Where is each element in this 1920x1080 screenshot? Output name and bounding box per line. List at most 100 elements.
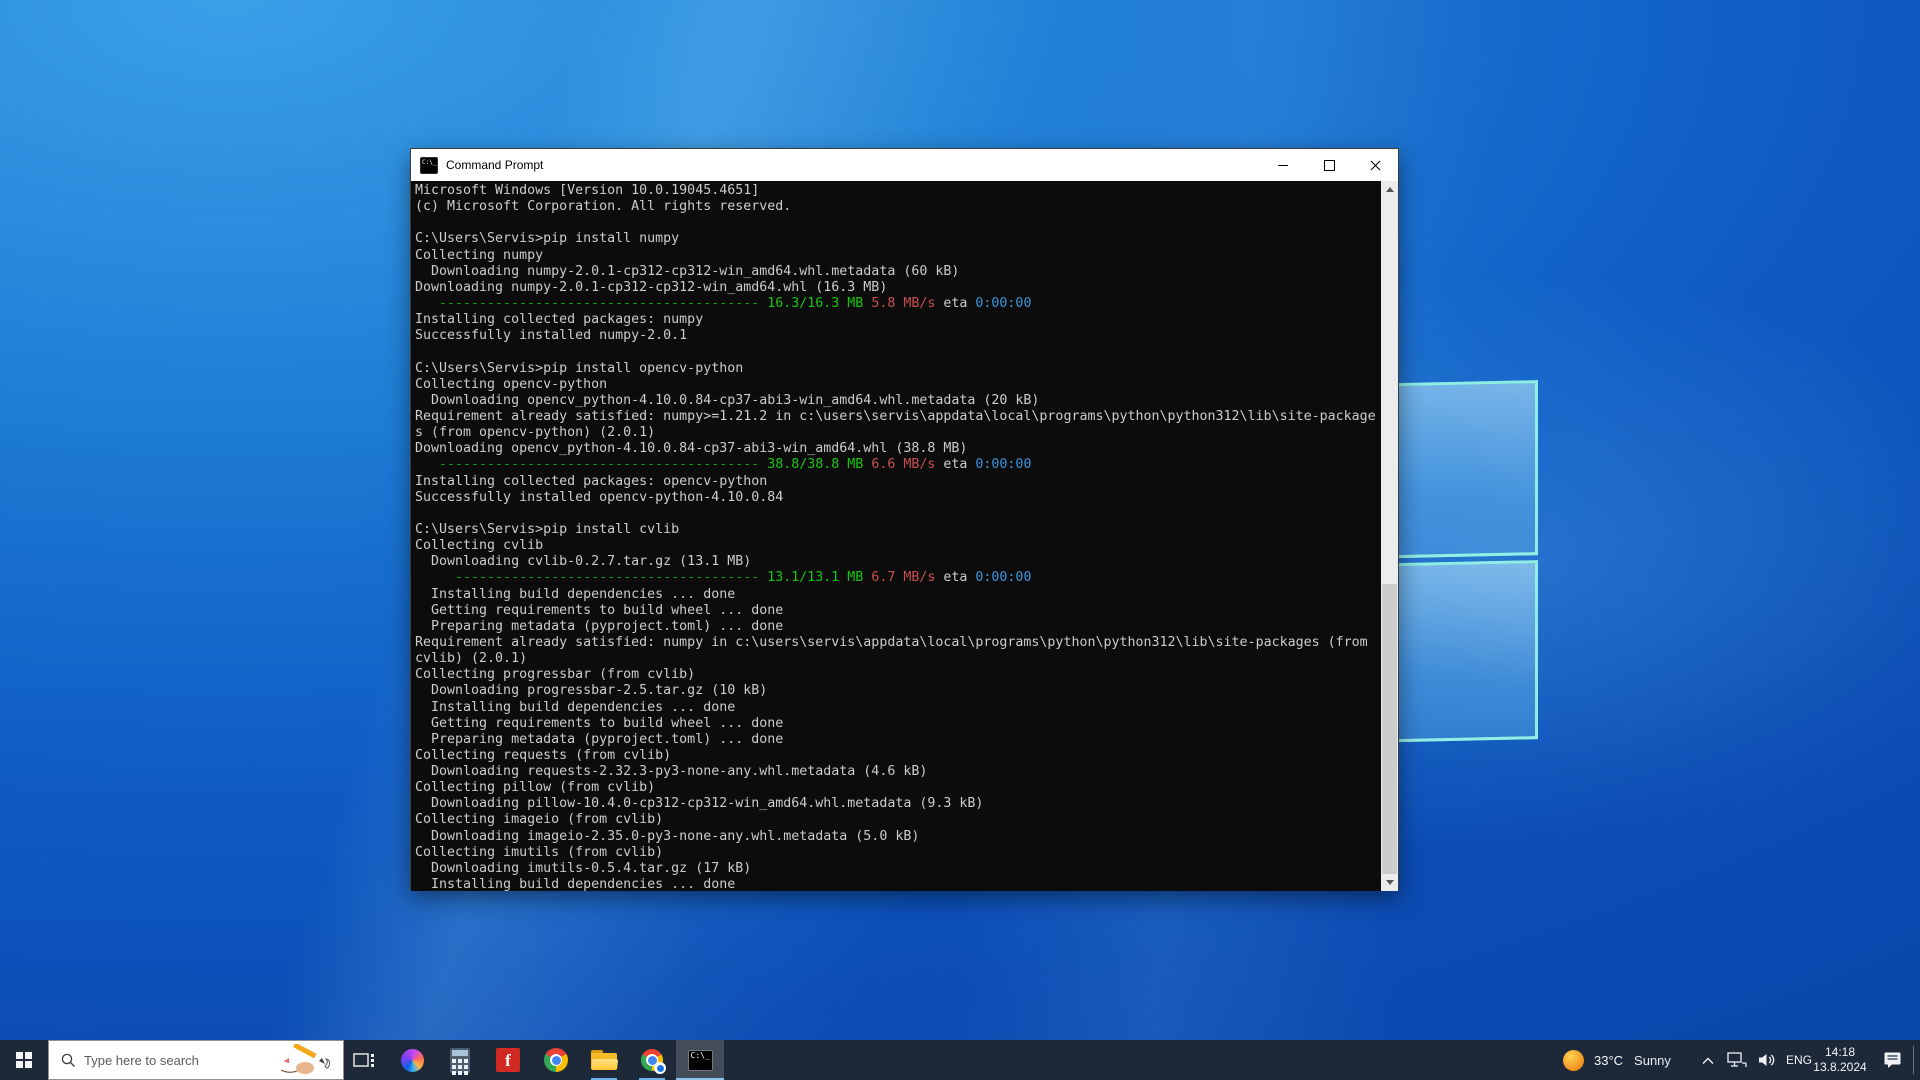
- scroll-down-icon: [1385, 880, 1394, 885]
- maximize-icon: [1323, 159, 1335, 171]
- close-button[interactable]: [1352, 149, 1398, 181]
- terminal-line: Microsoft Windows [Version 10.0.19045.46…: [415, 183, 760, 198]
- terminal-line: Collecting imutils (from cvlib): [415, 844, 664, 860]
- speaker-icon: [1759, 1054, 1775, 1066]
- show-desktop-button[interactable]: [1913, 1046, 1920, 1074]
- terminal-line: Preparing metadata (pyproject.toml) ... …: [415, 731, 784, 747]
- terminal-line: C:\Users\Servis>pip install numpy: [415, 231, 680, 247]
- terminal-line: ----------------------------------------…: [415, 295, 1032, 311]
- network-button[interactable]: [1722, 1040, 1752, 1080]
- terminal-line: Installing build dependencies ... done: [415, 699, 736, 715]
- minimize-icon: [1278, 164, 1288, 166]
- terminal-line: Collecting pillow (from cvlib): [415, 780, 656, 796]
- task-view-icon: [352, 1052, 374, 1067]
- terminal-line: Downloading imageio-2.35.0-py3-none-any.…: [415, 828, 920, 844]
- terminal-line: Collecting opencv-python: [415, 376, 608, 392]
- terminal-line: Successfully installed numpy-2.0.1: [415, 328, 688, 344]
- file-explorer-button[interactable]: [580, 1040, 628, 1080]
- start-button[interactable]: [0, 1040, 48, 1080]
- terminal-line: Downloading numpy-2.0.1-cp312-cp312-win_…: [415, 279, 888, 295]
- terminal-line: (c) Microsoft Corporation. All rights re…: [415, 199, 792, 215]
- chrome-profile-button[interactable]: [628, 1040, 676, 1080]
- task-view-button[interactable]: [340, 1040, 388, 1080]
- window-titlebar[interactable]: C:\_ Command Prompt: [411, 149, 1398, 181]
- calculator-button[interactable]: [436, 1040, 484, 1080]
- command-prompt-icon: C:\_: [687, 1049, 713, 1071]
- cmd-window-icon-text: C:\_: [422, 158, 437, 166]
- terminal[interactable]: Microsoft Windows [Version 10.0.19045.46…: [411, 181, 1398, 891]
- command-prompt-taskbar-button[interactable]: C:\_: [676, 1040, 724, 1080]
- terminal-line: Downloading cvlib-0.2.7.tar.gz (13.1 MB): [415, 554, 752, 570]
- terminal-line: Requirement already satisfied: numpy>=1.…: [415, 408, 1376, 424]
- language-indicator[interactable]: ENG: [1782, 1040, 1816, 1080]
- cmd-window-icon: C:\_: [420, 156, 438, 174]
- scroll-up-button[interactable]: [1381, 181, 1398, 198]
- minimize-button[interactable]: [1260, 149, 1306, 181]
- volume-button[interactable]: [1752, 1040, 1782, 1080]
- taskbar: f C:\_ 33°C Sunny: [0, 1040, 1920, 1080]
- terminal-line: Collecting requests (from cvlib): [415, 747, 672, 763]
- weather-widget[interactable]: 33°C Sunny: [1563, 1040, 1671, 1080]
- command-prompt-icon-text: C:\_: [690, 1050, 710, 1060]
- search-icon: [61, 1053, 75, 1067]
- command-prompt-window: C:\_ Command Prompt Microsoft Windows [V…: [410, 148, 1399, 891]
- scrollbar-thumb[interactable]: [1382, 584, 1397, 874]
- window-title: Command Prompt: [446, 158, 544, 172]
- terminal-line: Downloading opencv_python-4.10.0.84-cp37…: [415, 441, 968, 457]
- terminal-line: C:\Users\Servis>pip install cvlib: [415, 521, 680, 537]
- scroll-down-button[interactable]: [1381, 874, 1398, 891]
- terminal-line: Downloading pillow-10.4.0-cp312-cp312-wi…: [415, 796, 984, 812]
- tray-overflow-button[interactable]: [1694, 1040, 1722, 1080]
- f-app-button[interactable]: f: [484, 1040, 532, 1080]
- ethernet-network-icon: [1726, 1051, 1747, 1067]
- terminal-line: C:\Users\Servis>pip install opencv-pytho…: [415, 360, 744, 376]
- terminal-line: Preparing metadata (pyproject.toml) ... …: [415, 618, 784, 634]
- terminal-line: Installing build dependencies ... done: [415, 877, 736, 891]
- clock[interactable]: 14:18 13.8.2024: [1812, 1040, 1868, 1080]
- terminal-line: Installing collected packages: numpy: [415, 312, 704, 328]
- terminal-line: ----------------------------------------…: [415, 457, 1032, 473]
- copilot-icon: [400, 1048, 424, 1072]
- close-icon: [1370, 160, 1380, 170]
- weather-condition: Sunny: [1634, 1052, 1671, 1068]
- clock-date: 13.8.2024: [1813, 1060, 1867, 1074]
- terminal-line: Installing collected packages: opencv-py…: [415, 473, 768, 489]
- terminal-line: Collecting numpy: [415, 247, 544, 263]
- terminal-output: Microsoft Windows [Version 10.0.19045.46…: [411, 181, 1381, 891]
- terminal-line: Collecting progressbar (from cvlib): [415, 667, 696, 683]
- action-center-icon: [1884, 1052, 1900, 1068]
- f-app-icon: f: [496, 1048, 520, 1072]
- terminal-line: Getting requirements to build wheel ... …: [415, 602, 784, 618]
- terminal-line: cvlib) (2.0.1): [415, 651, 528, 667]
- window-controls: [1260, 149, 1398, 181]
- terminal-line: Downloading requests-2.32.3-py3-none-any…: [415, 764, 928, 780]
- chrome-icon: [544, 1048, 568, 1072]
- terminal-line: Downloading imutils-0.5.4.tar.gz (17 kB): [415, 860, 752, 876]
- search-doodle-pencil-hand: [280, 1044, 331, 1074]
- terminal-line: Collecting imageio (from cvlib): [415, 812, 664, 828]
- maximize-button[interactable]: [1306, 149, 1352, 181]
- chevron-up-icon: [1702, 1057, 1714, 1064]
- taskbar-search[interactable]: [48, 1040, 344, 1080]
- clock-time: 14:18: [1824, 1045, 1856, 1059]
- terminal-scrollbar[interactable]: [1381, 181, 1398, 891]
- terminal-line: Downloading numpy-2.0.1-cp312-cp312-win_…: [415, 263, 960, 279]
- sunny-weather-icon: [1563, 1049, 1584, 1071]
- terminal-line: Getting requirements to build wheel ... …: [415, 715, 784, 731]
- weather-temperature: 33°C: [1594, 1052, 1624, 1068]
- scroll-up-icon: [1385, 187, 1394, 192]
- terminal-line: Downloading progressbar-2.5.tar.gz (10 k…: [415, 683, 768, 699]
- terminal-line: Successfully installed opencv-python-4.1…: [415, 489, 784, 505]
- terminal-line: s (from opencv-python) (2.0.1): [415, 425, 656, 441]
- chrome-profile-icon: [641, 1049, 666, 1074]
- terminal-line: Collecting cvlib: [415, 538, 544, 554]
- terminal-line: Requirement already satisfied: numpy in …: [415, 634, 1368, 650]
- copilot-button[interactable]: [388, 1040, 436, 1080]
- calculator-icon: [450, 1047, 470, 1075]
- terminal-line: Downloading opencv_python-4.10.0.84-cp37…: [415, 392, 1040, 408]
- file-explorer-icon: [591, 1050, 619, 1070]
- action-center-button[interactable]: [1872, 1040, 1912, 1080]
- chrome-button[interactable]: [532, 1040, 580, 1080]
